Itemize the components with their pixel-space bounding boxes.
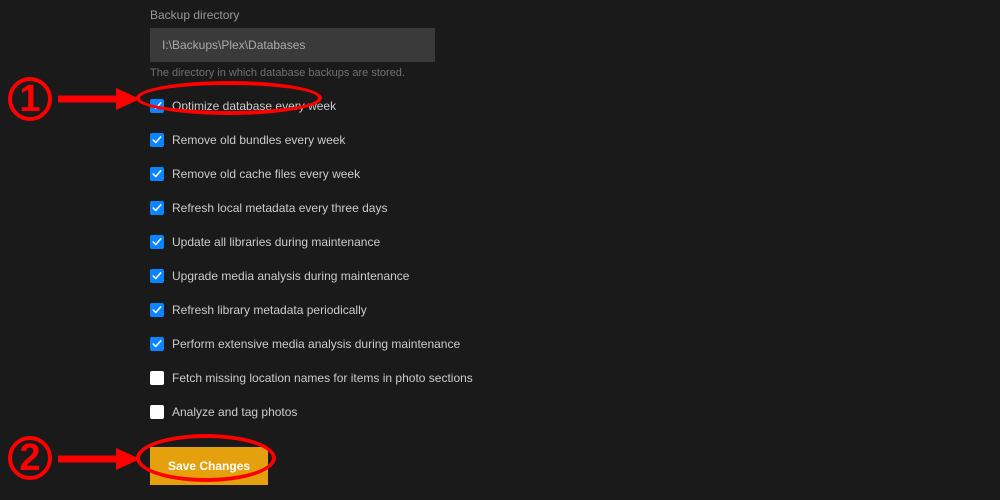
- save-changes-button[interactable]: Save Changes: [150, 447, 268, 485]
- backup-directory-label: Backup directory: [150, 8, 1000, 22]
- check-icon: [152, 203, 162, 213]
- check-icon: [152, 101, 162, 111]
- checkbox-label: Remove old bundles every week: [172, 133, 345, 147]
- checkbox-label: Upgrade media analysis during maintenanc…: [172, 269, 409, 283]
- check-icon: [152, 135, 162, 145]
- checkbox-row: Analyze and tag photos: [150, 405, 1000, 419]
- backup-directory-input[interactable]: [150, 28, 435, 62]
- checkbox[interactable]: [150, 99, 164, 113]
- checkbox[interactable]: [150, 371, 164, 385]
- checkbox[interactable]: [150, 337, 164, 351]
- checkbox[interactable]: [150, 133, 164, 147]
- checkbox[interactable]: [150, 303, 164, 317]
- checkbox-label: Refresh local metadata every three days: [172, 201, 387, 215]
- checkbox-row: Perform extensive media analysis during …: [150, 337, 1000, 351]
- checkbox-row: Remove old cache files every week: [150, 167, 1000, 181]
- checkbox-row: Optimize database every week: [150, 99, 1000, 113]
- checkbox-label: Fetch missing location names for items i…: [172, 371, 473, 385]
- checkbox[interactable]: [150, 405, 164, 419]
- checkbox[interactable]: [150, 269, 164, 283]
- checkbox-label: Analyze and tag photos: [172, 405, 297, 419]
- checkbox-row: Refresh local metadata every three days: [150, 201, 1000, 215]
- settings-panel: Backup directory The directory in which …: [0, 0, 1000, 485]
- check-icon: [152, 271, 162, 281]
- checkbox-label: Optimize database every week: [172, 99, 336, 113]
- checkbox-label: Update all libraries during maintenance: [172, 235, 380, 249]
- checkbox-label: Refresh library metadata periodically: [172, 303, 367, 317]
- check-icon: [152, 339, 162, 349]
- checkbox-row: Remove old bundles every week: [150, 133, 1000, 147]
- check-icon: [152, 169, 162, 179]
- checkbox-label: Remove old cache files every week: [172, 167, 360, 181]
- checkbox-row: Fetch missing location names for items i…: [150, 371, 1000, 385]
- checkbox[interactable]: [150, 235, 164, 249]
- check-icon: [152, 305, 162, 315]
- checkbox[interactable]: [150, 201, 164, 215]
- checkbox[interactable]: [150, 167, 164, 181]
- checkbox-row: Update all libraries during maintenance: [150, 235, 1000, 249]
- checkbox-row: Upgrade media analysis during maintenanc…: [150, 269, 1000, 283]
- checkbox-label: Perform extensive media analysis during …: [172, 337, 460, 351]
- backup-directory-help: The directory in which database backups …: [150, 67, 1000, 79]
- checkbox-row: Refresh library metadata periodically: [150, 303, 1000, 317]
- check-icon: [152, 237, 162, 247]
